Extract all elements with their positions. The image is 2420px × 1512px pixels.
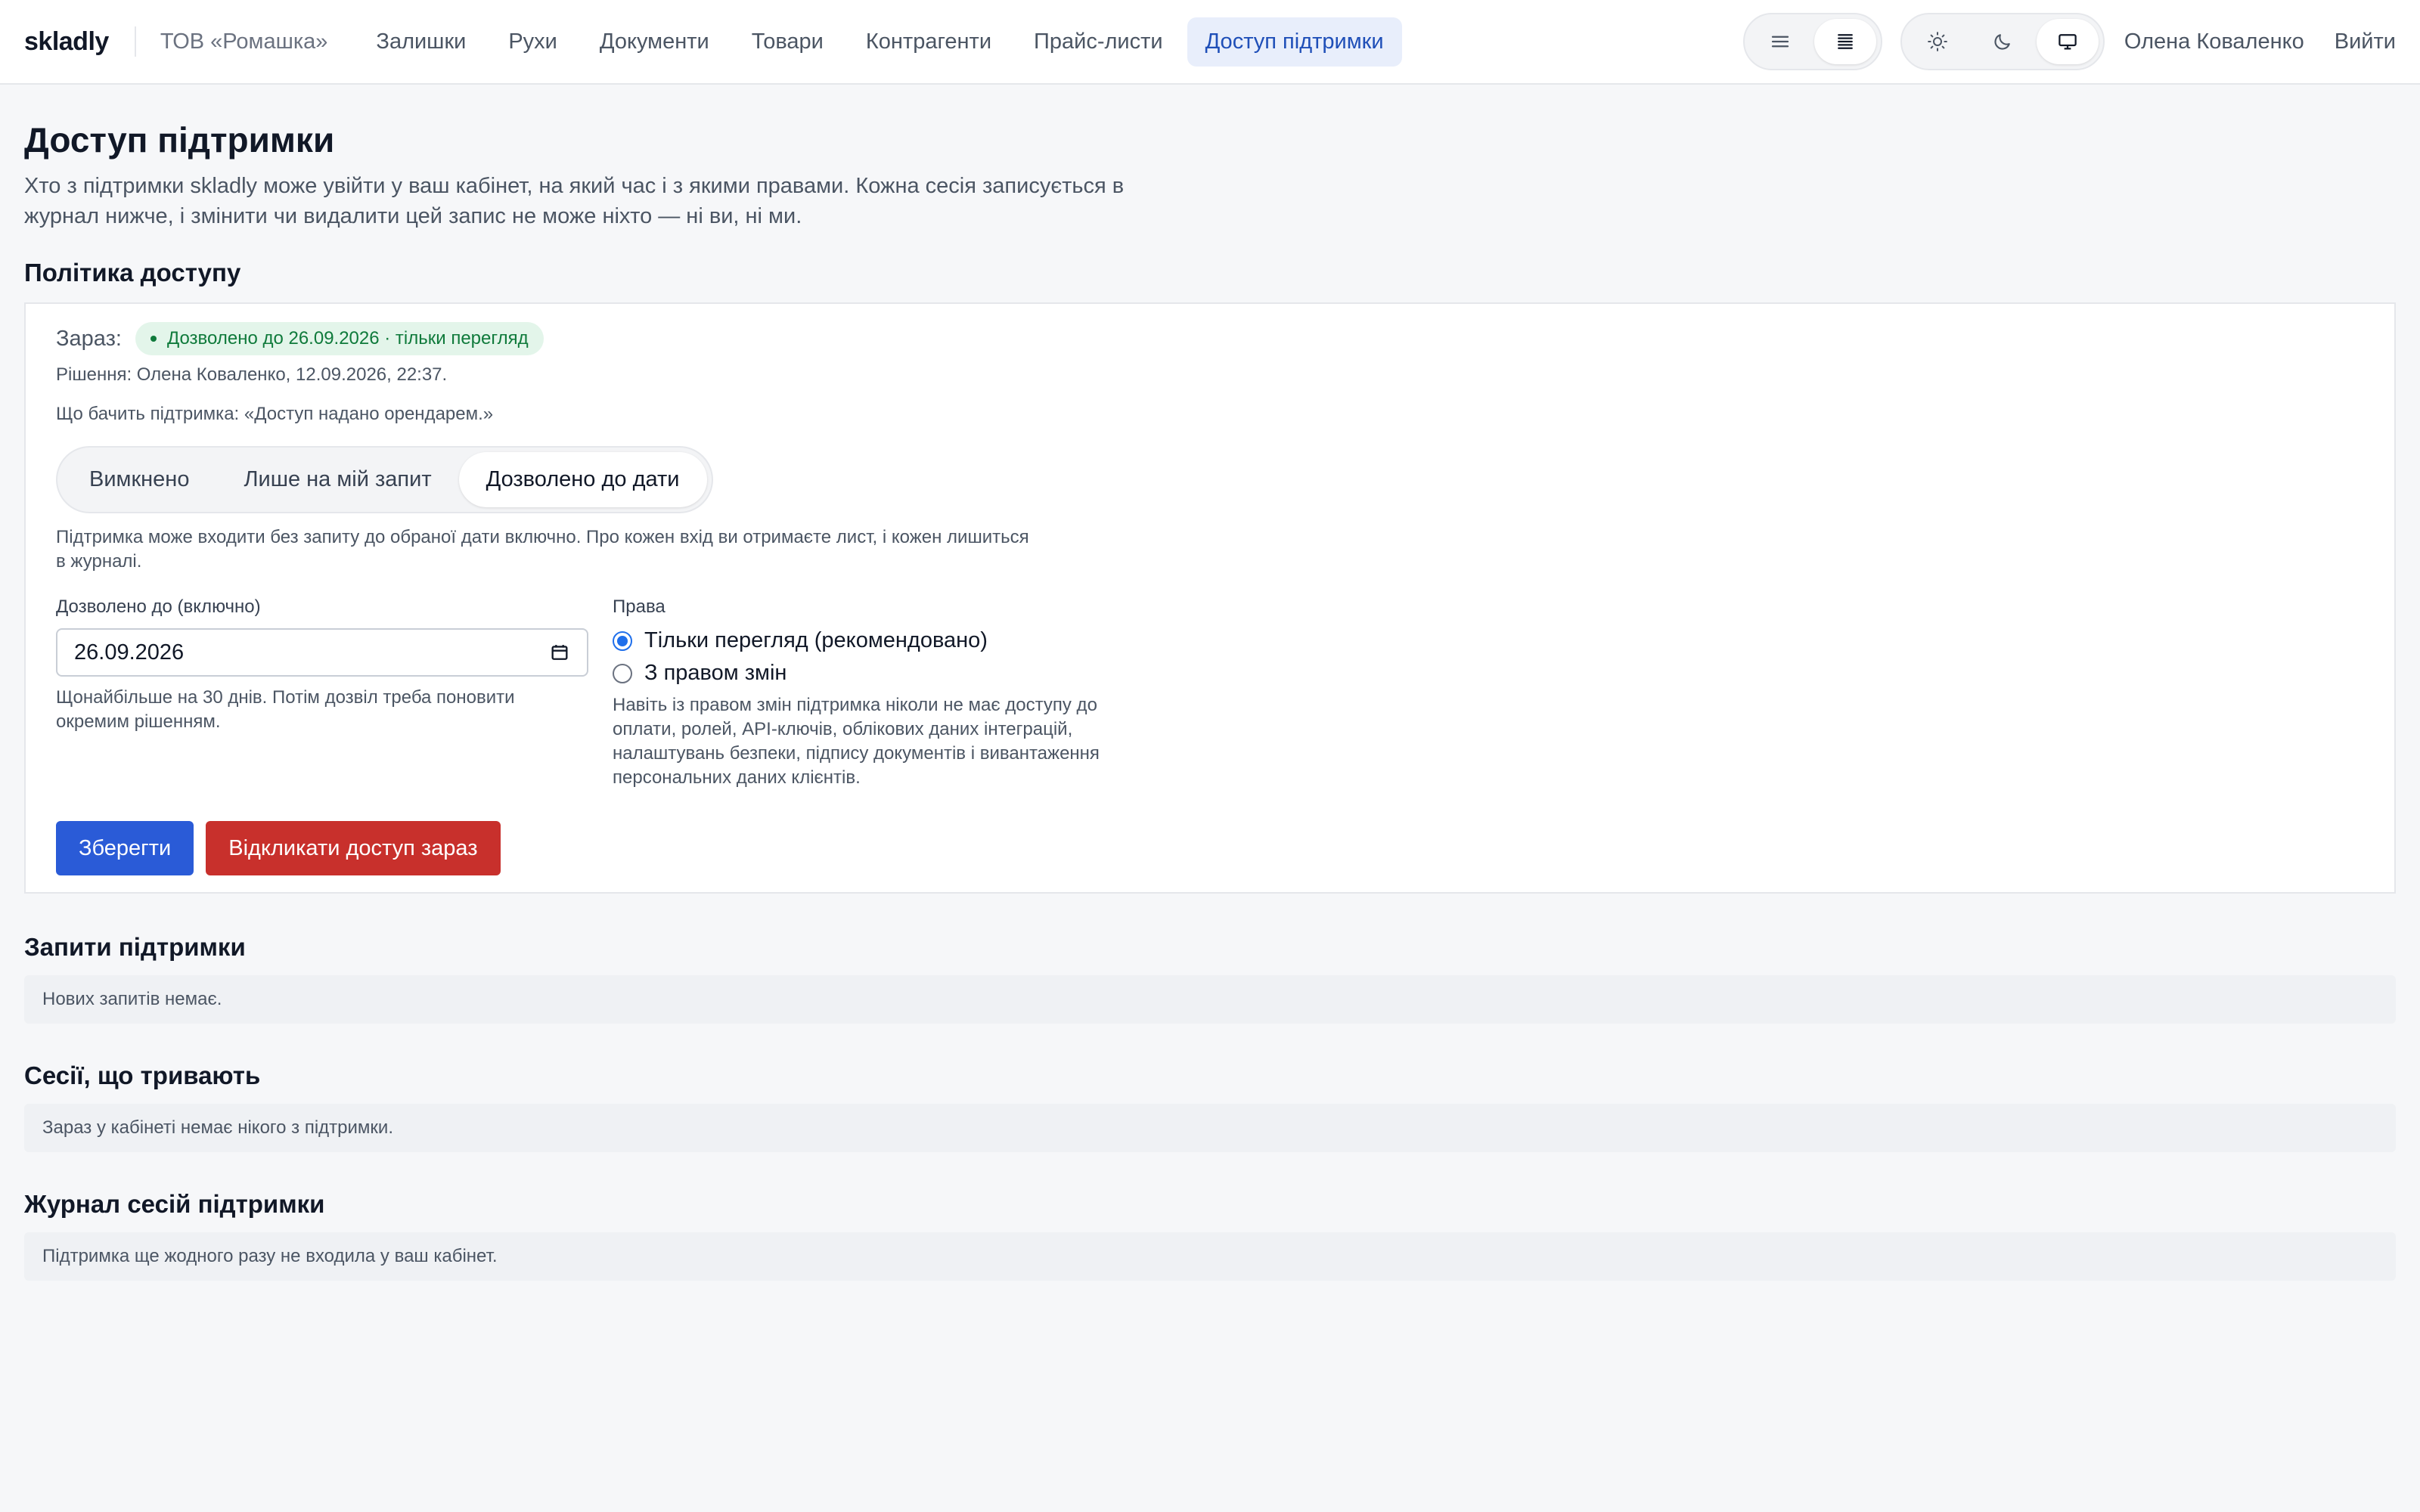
status-dot-icon — [150, 336, 157, 342]
system-theme-button[interactable] — [2036, 19, 2099, 64]
nav-item-support-access[interactable]: Доступ підтримки — [1187, 17, 1402, 67]
date-hint: Щонайбільше на 30 днів. Потім дозвіл тре… — [56, 687, 515, 732]
moon-icon — [1994, 34, 2010, 50]
status-badge: Дозволено до 26.09.2026 · тільки перегля… — [135, 322, 544, 355]
access-mode-selector: Вимкнено Лише на мій запит Дозволено до … — [56, 446, 713, 513]
support-sees-info: Що бачить підтримка: «Доступ надано орен… — [56, 404, 494, 424]
page-description: Хто з підтримки skladly може увійти у ва… — [24, 174, 1125, 228]
active-sessions-title: Сесії, що тривають — [24, 1061, 261, 1089]
dark-theme-button[interactable] — [1972, 19, 2034, 64]
top-bar: skladly ТОВ «Ромашка» Залишки Рухи Докум… — [0, 0, 2420, 85]
mode-on-request-button[interactable]: Лише на мій запит — [216, 452, 458, 507]
mode-hint: Підтримка може входити без запиту до обр… — [56, 527, 1029, 572]
with-changes-label[interactable]: З правом змін — [644, 661, 786, 686]
rights-option-with-changes[interactable]: З правом змін — [613, 661, 1157, 686]
theme-toggle — [1900, 13, 2105, 70]
status-label: Зараз: — [56, 326, 122, 351]
requests-section: Запити підтримки Нових запитів немає. — [24, 933, 2396, 1024]
session-journal-title: Журнал сесій підтримки — [24, 1190, 325, 1218]
decision-info: Рішення: Олена Коваленко, 12.09.2026, 22… — [56, 364, 448, 385]
list-compact-icon — [1771, 36, 1789, 48]
mode-until-date-button[interactable]: Дозволено до дати — [458, 452, 707, 507]
calendar-icon[interactable] — [549, 642, 570, 663]
allowed-until-date-input[interactable]: 26.09.2026 — [56, 628, 588, 677]
session-journal-section: Журнал сесій підтримки Підтримка ще жодн… — [24, 1190, 2396, 1281]
nav-item-stock[interactable]: Залишки — [358, 17, 484, 67]
date-label: Дозволено до (включно) — [56, 596, 261, 617]
view-only-label[interactable]: Тільки перегляд (рекомендовано) — [644, 628, 988, 653]
view-only-radio[interactable] — [613, 631, 632, 651]
revoke-access-button[interactable]: Відкликати доступ зараз — [206, 821, 501, 875]
main-nav: Залишки Рухи Документи Товари Контрагент… — [358, 17, 1402, 67]
rights-column: Права Тільки перегляд (рекомендовано) З … — [613, 596, 1157, 790]
list-dense-icon — [1837, 34, 1853, 49]
light-theme-button[interactable] — [1907, 19, 1969, 64]
mode-disabled-button[interactable]: Вимкнено — [62, 452, 216, 507]
nav-item-documents[interactable]: Документи — [582, 17, 728, 67]
rights-note: Навіть із правом змін підтримка ніколи н… — [613, 695, 1100, 788]
nav-item-movements[interactable]: Рухи — [490, 17, 576, 67]
requests-section-title: Запити підтримки — [24, 933, 246, 961]
list-dense-button[interactable] — [1813, 19, 1876, 64]
main-content: Доступ підтримки Хто з підтримки skladly… — [24, 85, 2396, 1281]
requests-empty-state: Нових запитів немає. — [24, 975, 2396, 1024]
active-sessions-empty-state: Зараз у кабінеті немає нікого з підтримк… — [24, 1104, 2396, 1152]
density-toggle — [1742, 13, 1882, 70]
sun-icon — [1927, 32, 1947, 51]
policy-form: Дозволено до (включно) 26.09.2026 Щонайб… — [56, 596, 2364, 790]
session-journal-empty-state: Підтримка ще жодного разу не входила у в… — [24, 1232, 2396, 1281]
divider — [134, 26, 136, 57]
with-changes-radio[interactable] — [613, 663, 632, 683]
policy-card: Зараз: Дозволено до 26.09.2026 · тільки … — [24, 302, 2396, 894]
top-right-controls: Олена Коваленко Вийти — [1742, 13, 2396, 70]
organization-name: ТОВ «Ромашка» — [160, 29, 328, 54]
policy-actions: Зберегти Відкликати доступ зараз — [56, 821, 501, 875]
nav-item-price-lists[interactable]: Прайс-листи — [1016, 17, 1181, 67]
rights-option-view-only[interactable]: Тільки перегляд (рекомендовано) — [613, 628, 1157, 653]
nav-item-products[interactable]: Товари — [734, 17, 842, 67]
nav-item-counterparties[interactable]: Контрагенти — [848, 17, 1010, 67]
rights-label: Права — [613, 596, 666, 617]
active-sessions-section: Сесії, що тривають Зараз у кабінеті нема… — [24, 1061, 2396, 1152]
list-compact-button[interactable] — [1749, 19, 1811, 64]
date-column: Дозволено до (включно) 26.09.2026 Щонайб… — [56, 596, 588, 790]
monitor-icon — [2059, 34, 2077, 50]
brand-logo[interactable]: skladly — [24, 27, 109, 57]
date-value: 26.09.2026 — [74, 640, 185, 665]
logout-link[interactable]: Вийти — [2335, 29, 2396, 54]
save-button[interactable]: Зберегти — [56, 821, 194, 875]
status-badge-text: Дозволено до 26.09.2026 · тільки перегля… — [166, 328, 529, 349]
user-name[interactable]: Олена Коваленко — [2124, 29, 2304, 54]
page-title: Доступ підтримки — [24, 120, 335, 160]
current-status: Зараз: Дозволено до 26.09.2026 · тільки … — [56, 322, 2364, 355]
policy-section-title: Політика доступу — [24, 259, 241, 287]
